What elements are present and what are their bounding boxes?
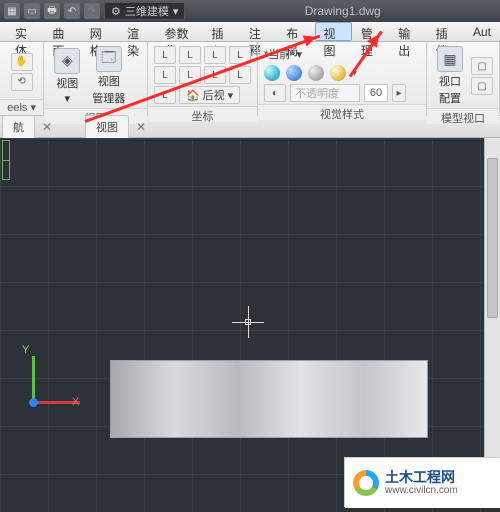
- style-sphere-1[interactable]: [264, 65, 280, 81]
- document-title: Drawing1.dwg: [305, 4, 381, 18]
- chevron-down-icon: ▾: [64, 92, 70, 105]
- watermark-name: 土木工程网: [385, 470, 458, 485]
- ribbon-tabs: 实体曲面网格渲染参数化插入注释布局视图管理输出插件Aut: [0, 22, 500, 42]
- ucs-btn-1[interactable]: L: [154, 46, 176, 64]
- panel-nav-title: eels ▾: [0, 99, 43, 115]
- close-icon[interactable]: ✕: [39, 119, 55, 135]
- dock-tab-nav[interactable]: 航: [2, 115, 35, 138]
- ribbon-tab-11[interactable]: 插件: [427, 22, 464, 41]
- view-button-label: 视图: [56, 75, 78, 91]
- viewport-label2: 配置: [439, 90, 461, 106]
- view-manager-icon: 🗔: [96, 46, 122, 72]
- viewport-control[interactable]: [2, 140, 10, 180]
- view-manager-label2: 管理器: [92, 90, 125, 106]
- ucs-gizmo[interactable]: Y X: [12, 344, 82, 414]
- pan-button[interactable]: ✋: [11, 53, 33, 71]
- vertical-scrollbar[interactable]: [484, 138, 500, 458]
- watermark-logo-icon: [353, 470, 379, 496]
- panel-navigate: ✋ ⟲ eels ▾: [0, 42, 44, 115]
- orbit-button[interactable]: ⟲: [11, 73, 33, 91]
- ribbon-tab-6[interactable]: 注释: [240, 22, 277, 41]
- hand-icon: ✋: [15, 56, 27, 67]
- title-bar: ▦ ▭ 🖶 ↶ ↷ ⚙ 三维建模 ▾ Drawing1.dwg: [0, 0, 500, 22]
- chevron-down-icon: ▾: [228, 89, 234, 102]
- close-icon[interactable]: ✕: [133, 119, 149, 135]
- chevron-down-icon: ▾: [297, 48, 303, 61]
- view-icon: ◈: [54, 48, 80, 74]
- viewport-icon: ▦: [437, 46, 463, 72]
- ucs-x-label: X: [72, 396, 79, 408]
- style-sphere-3[interactable]: [308, 65, 324, 81]
- ucs-btn-2[interactable]: L: [179, 46, 201, 64]
- opacity-input[interactable]: 不透明度: [290, 84, 360, 102]
- chevron-down-icon: ▾: [173, 5, 179, 18]
- panel-coord-title: 坐标: [148, 106, 257, 122]
- ucs-btn-3[interactable]: L: [204, 46, 226, 64]
- opacity-stepper[interactable]: ▸: [392, 84, 406, 102]
- ucs-y-label: Y: [22, 344, 29, 356]
- ucs-btn-5[interactable]: L: [154, 66, 176, 84]
- home-icon: 🏠: [186, 89, 200, 102]
- vp-small-2[interactable]: ▢: [471, 77, 493, 95]
- view-manager-button[interactable]: 🗔 视图 管理器: [88, 46, 129, 106]
- new-icon[interactable]: ▦: [4, 3, 20, 19]
- drawing-canvas[interactable]: Y X: [0, 138, 500, 512]
- ribbon-tab-2[interactable]: 网格: [81, 22, 118, 41]
- ribbon-tab-10[interactable]: 输出: [389, 22, 426, 41]
- solid-box-object[interactable]: [110, 360, 428, 438]
- ribbon: ✋ ⟲ eels ▾ ◈ 视图 ▾ 🗔 视图 管理器 视图 L L: [0, 42, 500, 116]
- ribbon-tab-4[interactable]: 参数化: [155, 22, 202, 41]
- ucs-z-axis: [29, 398, 38, 407]
- watermark-url: www.civilcn.com: [385, 485, 458, 496]
- ribbon-tab-5[interactable]: 插入: [202, 22, 239, 41]
- scrollbar-thumb[interactable]: [487, 158, 498, 318]
- panel-visual-style: *当前* ▾ ▾ ◐ 不透明度 60 ▸ 视觉样式: [258, 42, 427, 115]
- redo-icon[interactable]: ↷: [84, 3, 100, 19]
- view-manager-label1: 视图: [98, 73, 120, 89]
- ribbon-tab-0[interactable]: 实体: [6, 22, 43, 41]
- style-sphere-2[interactable]: [286, 65, 302, 81]
- opacity-value[interactable]: 60: [364, 84, 388, 102]
- view-button[interactable]: ◈ 视图 ▾: [50, 48, 84, 105]
- ribbon-tab-3[interactable]: 渲染: [118, 22, 155, 41]
- ribbon-tab-12[interactable]: Aut: [464, 22, 500, 41]
- back-view-label: 后视: [203, 87, 225, 103]
- workspace-label: 三维建模: [125, 3, 169, 19]
- viewport-config-button[interactable]: ▦ 视口 配置: [433, 46, 467, 106]
- open-icon[interactable]: ▭: [24, 3, 40, 19]
- vp-small-1[interactable]: ▢: [471, 57, 493, 75]
- grid: [0, 138, 500, 512]
- ribbon-tab-1[interactable]: 曲面: [43, 22, 80, 41]
- style-sphere-4[interactable]: [330, 65, 346, 81]
- gear-icon: ⚙: [111, 5, 121, 18]
- orbit-icon: ⟲: [17, 76, 25, 87]
- panel-viewport-title: 模型视口: [427, 108, 499, 124]
- undo-icon[interactable]: ↶: [64, 3, 80, 19]
- back-view-button[interactable]: 🏠 后视 ▾: [179, 86, 240, 104]
- ucs-y-axis: [32, 356, 35, 404]
- panel-viewport: ▦ 视口 配置 ▢ ▢ 模型视口: [427, 42, 500, 115]
- opacity-placeholder: 不透明度: [295, 85, 339, 101]
- panel-style-title: 视觉样式: [258, 104, 426, 120]
- watermark: 土木工程网 www.civilcn.com: [345, 458, 500, 508]
- save-icon[interactable]: 🖶: [44, 3, 60, 19]
- viewport-label1: 视口: [439, 73, 461, 89]
- opacity-icon[interactable]: ◐: [264, 84, 286, 102]
- workspace-selector[interactable]: ⚙ 三维建模 ▾: [104, 2, 185, 20]
